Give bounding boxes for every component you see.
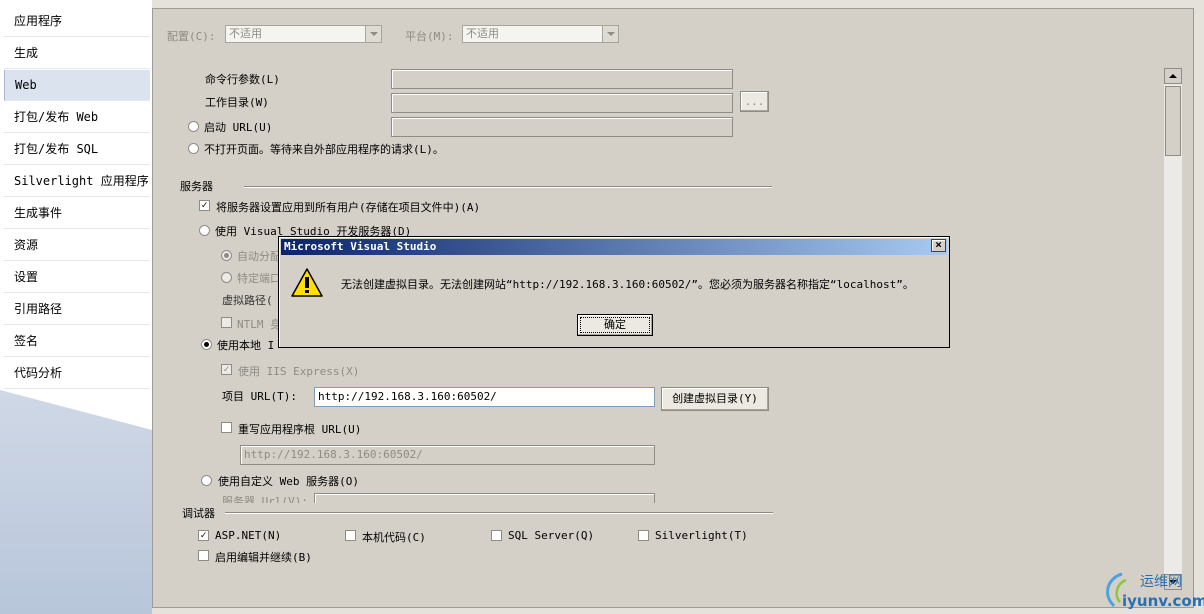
sidebar-item-label: 生成事件 (14, 206, 63, 220)
apply-all-checkbox[interactable]: ✓ (199, 200, 210, 211)
vs-dev-server-radio[interactable] (199, 225, 210, 236)
dialog-title: Microsoft Visual Studio (284, 240, 437, 253)
no-open-radio[interactable] (188, 143, 199, 154)
iis-express-label: 使用 IIS Express(X) (238, 365, 360, 378)
project-url-label: 项目 URL(T): (222, 390, 297, 403)
cmdline-input[interactable] (391, 69, 733, 89)
servers-divider (244, 186, 772, 187)
config-value: 不适用 (229, 27, 262, 40)
sidebar-item-label: 引用路径 (14, 302, 63, 316)
virtual-path-label: 虚拟路径( (222, 294, 273, 307)
sql-server-checkbox[interactable] (491, 530, 502, 541)
dialog-message: 无法创建虚拟目录。无法创建网站“http://192.168.3.160:605… (341, 278, 914, 291)
override-root-input[interactable]: http://192.168.3.160:60502/ (240, 445, 655, 465)
config-label: 配置(C): (167, 30, 216, 43)
sidebar-item-label: 设置 (14, 270, 39, 284)
sidebar-item-reference-paths[interactable]: 引用路径 (4, 294, 150, 325)
start-url-label: 启动 URL(U) (204, 121, 273, 134)
sidebar-item-web[interactable]: Web (4, 70, 150, 101)
aspnet-label: ASP.NET(N) (215, 529, 282, 542)
watermark-line2: iyunv.com (1122, 592, 1204, 610)
server-url-label: 服务器 Url(V): (222, 495, 308, 503)
start-url-radio[interactable] (188, 121, 199, 132)
sidebar-item-build[interactable]: 生成 (4, 38, 150, 69)
sidebar-item-package-web[interactable]: 打包/发布 Web (4, 102, 150, 133)
custom-server-label: 使用自定义 Web 服务器(O) (218, 475, 359, 488)
auto-port-label: 自动分配 (237, 250, 281, 263)
sidebar-item-label: Web (15, 78, 37, 92)
ntlm-checkbox[interactable] (221, 317, 232, 328)
ok-button[interactable]: 确定 (577, 314, 653, 336)
local-iis-label: 使用本地 I (217, 339, 275, 352)
server-url-input[interactable] (314, 493, 655, 503)
scroll-thumb[interactable] (1165, 86, 1181, 156)
server-url-row-clip: 服务器 Url(V): (222, 493, 662, 503)
sidebar-item-label: 生成 (14, 46, 39, 60)
specific-port-radio[interactable] (221, 272, 232, 283)
native-code-checkbox[interactable] (345, 530, 356, 541)
close-icon[interactable]: × (931, 239, 946, 252)
debuggers-header: 调试器 (182, 507, 215, 520)
silverlight-label: Silverlight(T) (655, 529, 748, 542)
error-dialog: Microsoft Visual Studio × 无法创建虚拟目录。无法创建网… (278, 236, 950, 348)
sidebar-item-label: 应用程序 (14, 14, 63, 28)
platform-select[interactable]: 不适用 (462, 25, 619, 43)
override-root-label: 重写应用程序根 URL(U) (238, 423, 362, 436)
local-iis-radio[interactable] (201, 339, 212, 350)
project-url-input[interactable]: http://192.168.3.160:60502/ (314, 387, 655, 407)
chevron-down-icon (365, 26, 381, 42)
sidebar-item-application[interactable]: 应用程序 (4, 6, 150, 37)
edit-continue-label: 启用编辑并继续(B) (215, 551, 312, 564)
sidebar-item-label: 打包/发布 SQL (14, 142, 99, 156)
auto-port-radio[interactable] (221, 250, 232, 261)
config-select[interactable]: 不适用 (225, 25, 382, 43)
override-root-checkbox[interactable] (221, 422, 232, 433)
sidebar-item-label: 打包/发布 Web (14, 110, 99, 124)
warning-icon (291, 268, 323, 297)
debuggers-divider (225, 512, 773, 513)
custom-server-radio[interactable] (201, 475, 212, 486)
sidebar-item-label: 签名 (14, 334, 39, 348)
sidebar-item-resources[interactable]: 资源 (4, 230, 150, 261)
platform-value: 不适用 (466, 27, 499, 40)
workdir-label: 工作目录(W) (205, 96, 269, 109)
scroll-up-button[interactable] (1164, 68, 1182, 84)
create-virtual-directory-button[interactable]: 创建虚拟目录(Y) (661, 387, 769, 411)
edit-continue-checkbox[interactable] (198, 550, 209, 561)
apply-all-label: 将服务器设置应用到所有用户(存储在项目文件中)(A) (216, 201, 481, 214)
sidebar-item-settings[interactable]: 设置 (4, 262, 150, 293)
aspnet-checkbox[interactable]: ✓ (198, 530, 209, 541)
sidebar-item-build-events[interactable]: 生成事件 (4, 198, 150, 229)
sidebar-item-package-sql[interactable]: 打包/发布 SQL (4, 134, 150, 165)
start-url-input[interactable] (391, 117, 733, 137)
no-open-label: 不打开页面。等待来自外部应用程序的请求(L)。 (204, 143, 444, 156)
servers-header: 服务器 (180, 180, 213, 193)
sidebar-item-label: Silverlight 应用程序 (14, 174, 149, 188)
chevron-down-icon (602, 26, 618, 42)
watermark-line1: 运维网 (1140, 574, 1182, 590)
vertical-scrollbar[interactable] (1164, 68, 1182, 590)
workdir-input[interactable] (391, 93, 733, 113)
native-code-label: 本机代码(C) (362, 531, 426, 544)
sidebar-item-signing[interactable]: 签名 (4, 326, 150, 357)
cmdline-label: 命令行参数(L) (205, 73, 280, 86)
sidebar-item-code-analysis[interactable]: 代码分析 (4, 358, 150, 389)
sidebar-item-silverlight[interactable]: Silverlight 应用程序 (4, 166, 150, 197)
dialog-title-bar[interactable]: Microsoft Visual Studio (281, 239, 947, 255)
specific-port-label: 特定端口 (237, 272, 281, 285)
site-watermark-logo: 运维网 iyunv.com (1106, 572, 1204, 610)
browse-button[interactable]: ... (740, 91, 769, 112)
silverlight-checkbox[interactable] (638, 530, 649, 541)
sidebar-item-label: 代码分析 (14, 366, 63, 380)
platform-label: 平台(M): (405, 30, 454, 43)
iis-express-checkbox[interactable]: ✓ (221, 364, 232, 375)
sidebar-item-label: 资源 (14, 238, 39, 252)
sql-server-label: SQL Server(Q) (508, 529, 595, 542)
ntlm-label: NTLM 身 (237, 318, 282, 331)
